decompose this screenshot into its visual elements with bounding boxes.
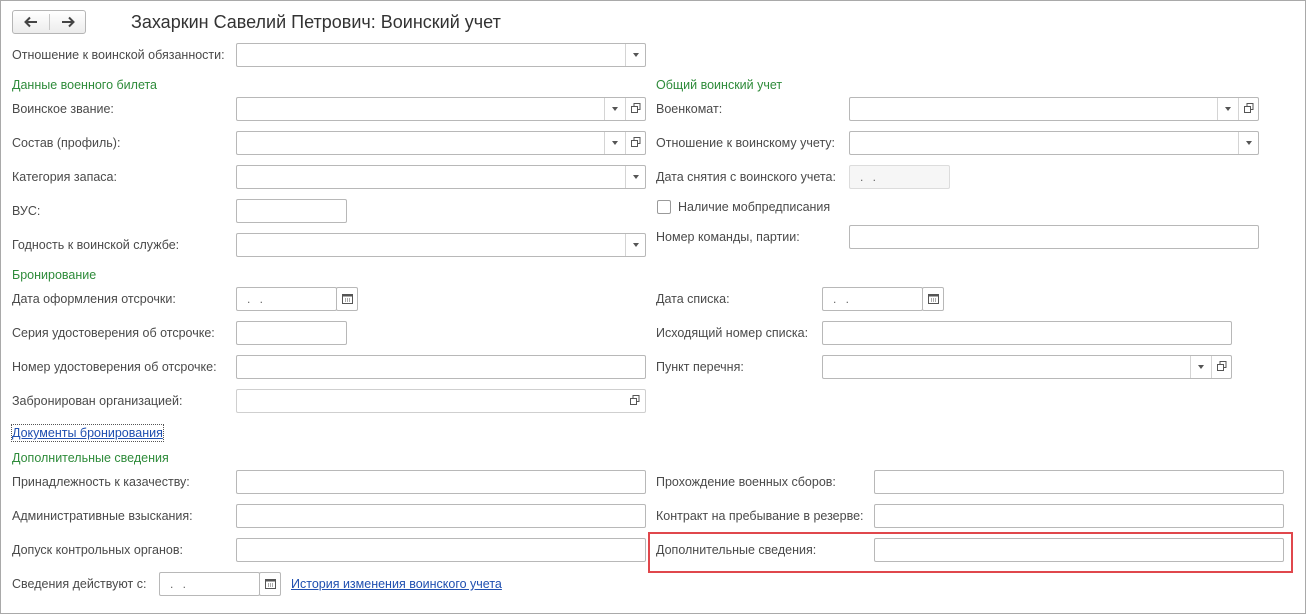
section-additional: Дополнительные сведения [12,451,169,465]
contract-input[interactable] [874,504,1284,528]
removal-date-value: . . [860,170,880,184]
attitude-select[interactable] [236,43,646,67]
triangle-down-icon[interactable] [604,98,624,120]
deferral-date-input[interactable]: . . [236,287,337,311]
list-item-label: Пункт перечня: [656,360,744,374]
cossack-input[interactable] [236,470,646,494]
reserved-by-input[interactable] [236,389,646,413]
general-attitude-label: Отношение к воинскому учету: [656,136,836,150]
mob-checkbox[interactable] [657,200,671,214]
team-input[interactable] [849,225,1259,249]
category-select[interactable] [236,165,646,189]
list-item-select[interactable] [822,355,1232,379]
admission-input[interactable] [236,538,646,562]
section-reservation: Бронирование [12,268,97,282]
triangle-down-icon[interactable] [1238,132,1258,154]
attitude-label: Отношение к воинской обязанности: [12,48,225,62]
team-label: Номер команды, партии: [656,230,800,244]
triangle-down-icon[interactable] [625,44,645,66]
navigation-buttons [12,10,86,34]
outgoing-number-input[interactable] [822,321,1232,345]
general-attitude-select[interactable] [849,131,1259,155]
admission-label: Допуск контрольных органов: [12,543,183,557]
arrow-right-icon [62,16,75,28]
training-label: Прохождение военных сборов: [656,475,836,489]
penalties-label: Административные взыскания: [12,509,193,523]
list-date-label: Дата списка: [656,292,730,306]
cert-series-input[interactable] [236,321,347,345]
arrow-left-icon [24,16,37,28]
removal-date-input[interactable]: . . [849,165,950,189]
reservation-docs-link[interactable]: Документы бронирования [11,424,164,442]
effective-date-label: Сведения действуют с: [12,577,147,591]
triangle-down-icon[interactable] [1190,356,1210,378]
outgoing-number-label: Исходящий номер списка: [656,326,809,340]
triangle-down-icon[interactable] [625,234,645,256]
deferral-date-value: . . [247,292,267,306]
contract-label: Контракт на пребывание в резерве: [656,509,864,523]
section-ticket: Данные военного билета [12,78,158,92]
open-window-icon[interactable] [1211,356,1231,378]
commissariat-select[interactable] [849,97,1259,121]
vus-label: ВУС: [12,204,41,218]
forward-button[interactable] [50,11,86,33]
profile-select[interactable] [236,131,646,155]
rank-select[interactable] [236,97,646,121]
fitness-label: Годность к воинской службе: [12,238,180,252]
extra-info-label: Дополнительные сведения: [656,543,817,557]
category-label: Категория запаса: [12,170,117,184]
commissariat-label: Военкомат: [656,102,723,116]
training-input[interactable] [874,470,1284,494]
list-date-value: . . [833,292,853,306]
deferral-date-label: Дата оформления отсрочки: [12,292,176,306]
triangle-down-icon[interactable] [604,132,624,154]
vus-input[interactable] [236,199,347,223]
removal-date-label: Дата снятия с воинского учета: [656,170,836,184]
history-link[interactable]: История изменения воинского учета [291,576,502,592]
cert-series-label: Серия удостоверения об отсрочке: [12,326,215,340]
fitness-select[interactable] [236,233,646,257]
reserved-by-label: Забронирован организацией: [12,394,183,408]
effective-date-value: . . [170,577,190,591]
form-window: Захаркин Савелий Петрович: Воинский учет… [0,0,1306,614]
cert-number-input[interactable] [236,355,646,379]
open-window-icon[interactable] [625,132,645,154]
page-title: Захаркин Савелий Петрович: Воинский учет [131,12,501,32]
extra-info-input[interactable] [874,538,1284,562]
calendar-icon[interactable] [336,287,358,311]
back-button[interactable] [13,11,49,33]
open-window-icon[interactable] [625,98,645,120]
cert-number-label: Номер удостоверения об отсрочке: [12,360,217,374]
open-window-icon[interactable] [625,390,645,412]
cossack-label: Принадлежность к казачеству: [12,475,190,489]
effective-date-input[interactable]: . . [159,572,260,596]
section-general: Общий воинский учет [656,78,783,92]
triangle-down-icon[interactable] [625,166,645,188]
list-date-input[interactable]: . . [822,287,923,311]
calendar-icon[interactable] [259,572,281,596]
profile-label: Состав (профиль): [12,136,121,150]
open-window-icon[interactable] [1238,98,1258,120]
rank-label: Воинское звание: [12,102,114,116]
triangle-down-icon[interactable] [1217,98,1237,120]
mob-label: Наличие мобпредписания [678,200,831,214]
calendar-icon[interactable] [922,287,944,311]
penalties-input[interactable] [236,504,646,528]
